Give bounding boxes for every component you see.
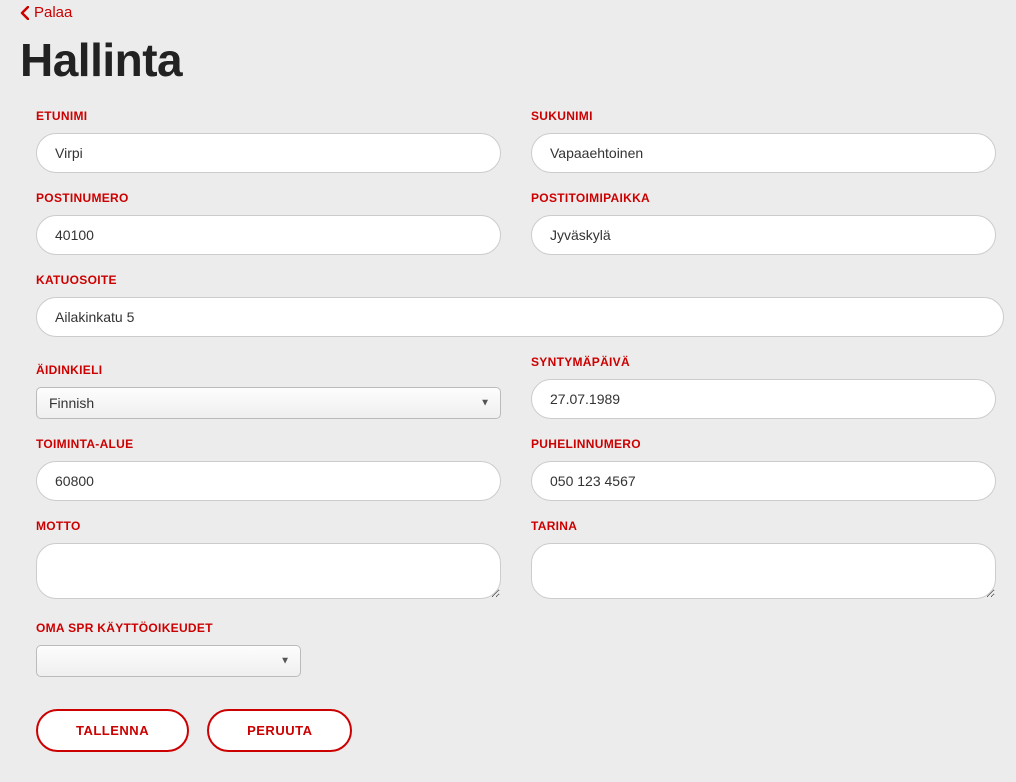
label-etunimi: ETUNIMI [36, 109, 501, 123]
label-toimintaalue: TOIMINTA-ALUE [36, 437, 501, 451]
label-motto: MOTTO [36, 519, 501, 533]
select-aidinkieli[interactable]: Finnish ▼ [36, 387, 501, 419]
edit-form: ETUNIMI SUKUNIMI POSTINUMERO POSTITOIMIP… [20, 109, 996, 752]
label-postitoimipaikka: POSTITOIMIPAIKKA [531, 191, 996, 205]
input-sukunimi[interactable] [531, 133, 996, 173]
input-toimintaalue[interactable] [36, 461, 501, 501]
input-postinumero[interactable] [36, 215, 501, 255]
save-button[interactable]: TALLENNA [36, 709, 189, 752]
input-postitoimipaikka[interactable] [531, 215, 996, 255]
label-aidinkieli: ÄIDINKIELI [36, 363, 501, 377]
chevron-down-icon: ▼ [480, 397, 490, 408]
select-kayttooikeudet[interactable]: ▼ [36, 645, 301, 677]
label-tarina: TARINA [531, 519, 996, 533]
chevron-down-icon: ▼ [280, 655, 290, 666]
input-katuosoite[interactable] [36, 297, 1004, 337]
cancel-button[interactable]: PERUUTA [207, 709, 352, 752]
back-link-label: Palaa [34, 4, 72, 21]
select-aidinkieli-value: Finnish [49, 395, 94, 411]
label-puhelinnumero: PUHELINNUMERO [531, 437, 996, 451]
page-title: Hallinta [20, 33, 996, 87]
textarea-motto[interactable] [36, 543, 501, 599]
back-link[interactable]: Palaa [20, 0, 72, 21]
label-sukunimi: SUKUNIMI [531, 109, 996, 123]
input-puhelinnumero[interactable] [531, 461, 996, 501]
input-etunimi[interactable] [36, 133, 501, 173]
label-postinumero: POSTINUMERO [36, 191, 501, 205]
label-kayttooikeudet: OMA SPR KÄYTTÖOIKEUDET [36, 621, 301, 635]
chevron-left-icon [20, 6, 29, 20]
label-syntymapaiva: SYNTYMÄPÄIVÄ [531, 355, 996, 369]
textarea-tarina[interactable] [531, 543, 996, 599]
input-syntymapaiva[interactable] [531, 379, 996, 419]
label-katuosoite: KATUOSOITE [36, 273, 1004, 287]
